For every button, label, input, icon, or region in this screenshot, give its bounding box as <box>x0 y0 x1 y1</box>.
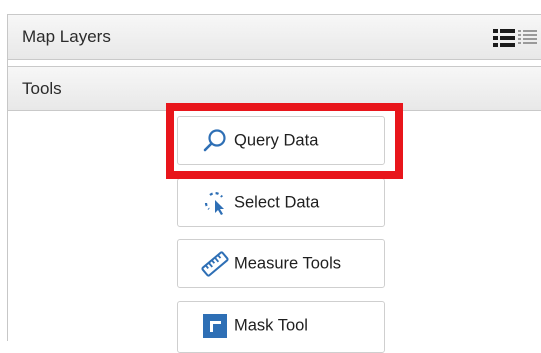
query-data-label: Query Data <box>234 131 319 149</box>
tools-title: Tools <box>22 78 62 98</box>
map-sidebar: Map Layers Tools Query Data Select Data … <box>0 0 541 353</box>
map-layers-title: Map Layers <box>22 27 111 46</box>
mask-icon <box>200 311 230 341</box>
list-view-icon[interactable] <box>493 28 541 48</box>
select-data-button[interactable]: Select Data <box>177 178 385 227</box>
query-data-button[interactable]: Query Data <box>177 116 385 165</box>
tools-header[interactable]: Tools <box>8 66 541 111</box>
top-strip <box>0 0 541 14</box>
measure-tools-button[interactable]: Measure Tools <box>177 239 385 288</box>
measure-tools-label: Measure Tools <box>234 254 342 272</box>
map-layers-header[interactable]: Map Layers <box>8 14 541 60</box>
select-data-icon <box>200 188 230 218</box>
search-icon <box>200 126 230 156</box>
mask-tool-button[interactable]: Mask Tool <box>177 301 385 353</box>
select-data-label: Select Data <box>234 193 320 211</box>
ruler-icon <box>200 249 230 279</box>
mask-tool-label: Mask Tool <box>234 316 308 335</box>
